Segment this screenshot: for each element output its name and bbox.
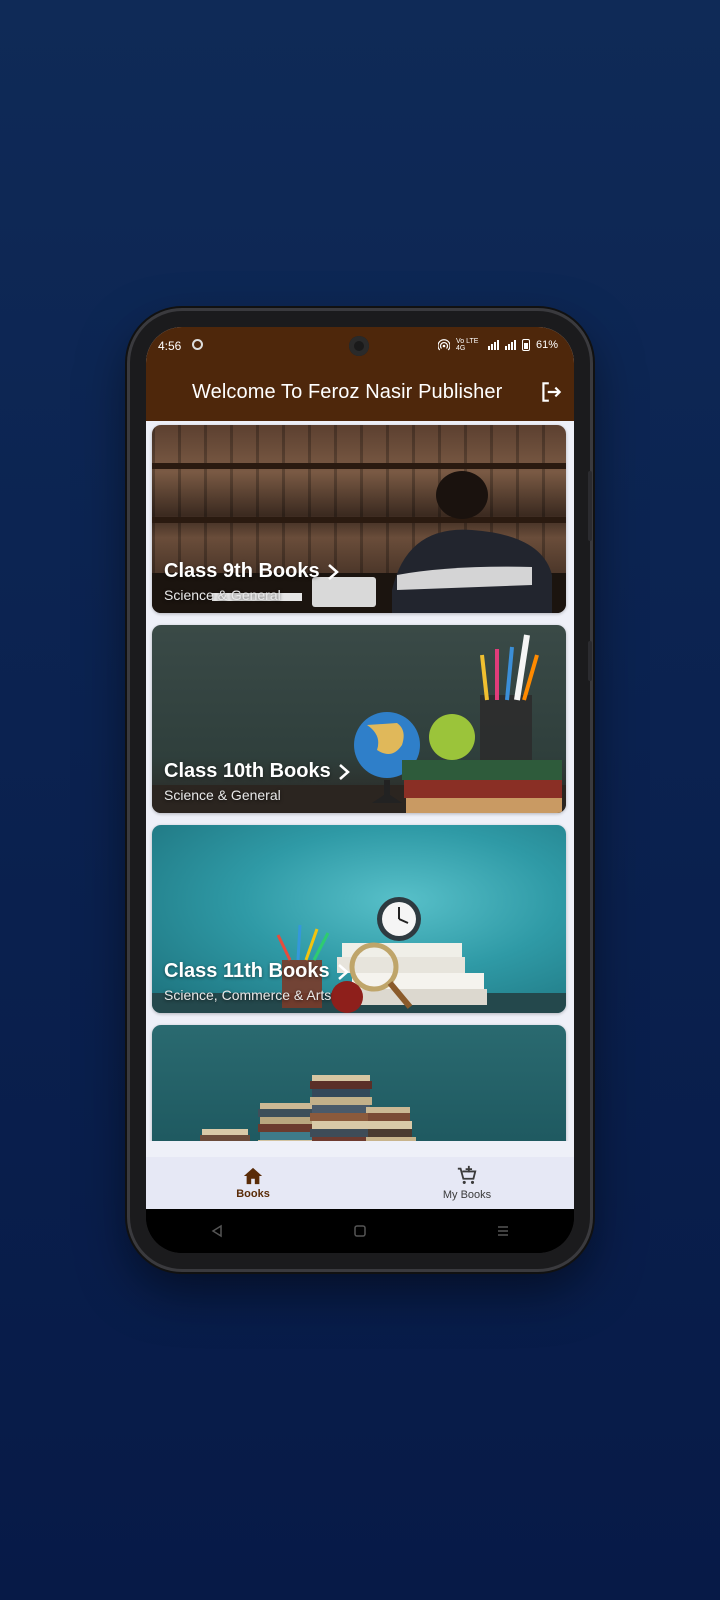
cart-add-icon <box>457 1165 477 1184</box>
card-text: Class 11th Books Science, Commerce & Art… <box>164 960 350 1003</box>
screen: 4:56 Vo LTE 4G 61% Welcome To Feroz Nasi… <box>146 327 574 1253</box>
phone-frame: 4:56 Vo LTE 4G 61% Welcome To Feroz Nasi… <box>130 311 592 1269</box>
signal-icon-2 <box>504 340 516 350</box>
chevron-right-icon <box>327 563 339 580</box>
nav-books[interactable]: Books <box>146 1157 360 1209</box>
card-title-label: Class 10th Books <box>164 760 331 782</box>
battery-icon <box>521 339 530 351</box>
card-class-12[interactable] <box>152 1025 566 1141</box>
chevron-right-icon <box>337 963 349 980</box>
nav-books-label: Books <box>236 1188 270 1200</box>
hotspot-icon <box>437 339 450 351</box>
status-icons: Vo LTE 4G 61% <box>437 338 558 352</box>
chevron-right-icon <box>338 763 350 780</box>
battery-level: 61% <box>535 339 558 351</box>
home-icon <box>243 1167 263 1185</box>
card-title: Class 10th Books <box>164 760 351 783</box>
signal-icon <box>487 340 499 350</box>
card-title-label: Class 11th Books <box>164 960 330 982</box>
bookstacks-illustration <box>200 1075 416 1141</box>
card-class-10[interactable]: Class 10th Books Science & General <box>152 625 566 813</box>
card-text: Class 10th Books Science & General <box>164 760 351 803</box>
card-subtitle: Science & General <box>164 787 281 803</box>
card-text: Class 9th Books Science & General <box>164 560 340 603</box>
nav-my-books[interactable]: My Books <box>360 1157 574 1209</box>
card-title-label: Class 9th Books <box>164 560 320 582</box>
card-class-11[interactable]: Class 11th Books Science, Commerce & Art… <box>152 825 566 1013</box>
class-list: Class 9th Books Science & General Class … <box>146 421 574 1141</box>
bottom-nav: Books My Books <box>146 1157 574 1209</box>
nav-my-books-label: My Books <box>442 1189 492 1201</box>
settings-icon <box>192 339 203 350</box>
status-time: 4:56 <box>158 339 182 353</box>
card-subtitle: Science, Commerce & Arts <box>164 987 332 1003</box>
home-button-icon[interactable] <box>353 1224 367 1238</box>
back-icon[interactable] <box>210 1224 224 1238</box>
front-camera <box>349 336 369 356</box>
logout-icon[interactable] <box>538 379 564 405</box>
recents-icon[interactable] <box>496 1224 510 1238</box>
volume-button <box>588 471 592 541</box>
card-title: Class 11th Books <box>164 960 350 983</box>
card-subtitle: Science & General <box>164 587 281 603</box>
status-bar: 4:56 Vo LTE 4G 61% <box>146 327 574 365</box>
page-title: Welcome To Feroz Nasir Publisher <box>192 381 503 403</box>
card-class-9[interactable]: Class 9th Books Science & General <box>152 425 566 613</box>
app-bar: Welcome To Feroz Nasir Publisher <box>146 365 574 421</box>
system-nav-bar <box>146 1209 574 1253</box>
card-image-bookstacks <box>152 1025 566 1141</box>
card-title: Class 9th Books <box>164 560 340 583</box>
power-button <box>588 641 592 681</box>
network-label: Vo LTE 4G <box>455 338 479 352</box>
app: 4:56 Vo LTE 4G 61% Welcome To Feroz Nasi… <box>146 327 574 1209</box>
